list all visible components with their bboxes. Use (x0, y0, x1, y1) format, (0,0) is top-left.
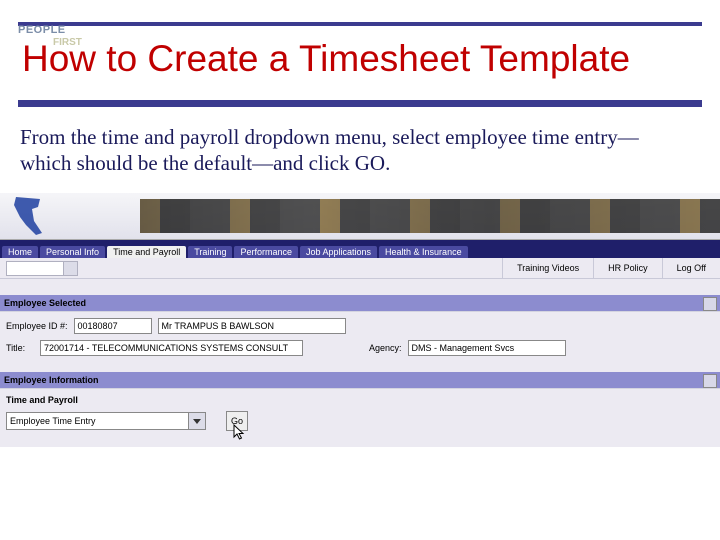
main-tabs: Home Personal Info Time and Payroll Trai… (0, 240, 720, 258)
tab-time-and-payroll[interactable]: Time and Payroll (107, 246, 186, 258)
employee-selected-panel: Employee ID #: 00180807 Mr TRAMPUS B BAW… (0, 311, 720, 372)
cursor-icon (233, 424, 247, 442)
chevron-down-icon[interactable] (188, 413, 205, 429)
florida-icon (10, 195, 50, 237)
section-employee-selected: Employee Selected (0, 295, 720, 311)
title-field: 72001714 - TELECOMMUNICATIONS SYSTEMS CO… (40, 340, 303, 356)
link-log-off[interactable]: Log Off (662, 258, 720, 278)
section-employee-information-label: Employee Information (4, 375, 99, 385)
agency-label: Agency: (369, 343, 402, 353)
time-payroll-dropdown[interactable]: Employee Time Entry (6, 412, 206, 430)
sub-toolbar: Training Videos HR Policy Log Off (0, 258, 720, 279)
app-screenshot: Home Personal Info Time and Payroll Trai… (0, 193, 720, 447)
logo-line1: PEOPLE (18, 24, 66, 36)
employee-name-field: Mr TRAMPUS B BAWLSON (158, 318, 346, 334)
banner-stripe (140, 199, 720, 233)
tab-personal-info[interactable]: Personal Info (40, 246, 105, 258)
employee-info-panel: Time and Payroll Employee Time Entry Go (0, 388, 720, 447)
mid-divider (18, 100, 702, 107)
go-button-label: Go (231, 416, 243, 426)
tab-health-insurance[interactable]: Health & Insurance (379, 246, 468, 258)
go-button[interactable]: Go (226, 411, 248, 431)
time-and-payroll-heading: Time and Payroll (6, 395, 714, 405)
panel-toggle-icon[interactable] (703, 374, 717, 388)
employee-id-label: Employee ID #: (6, 321, 68, 331)
app-banner (0, 193, 720, 240)
panel-toggle-icon[interactable] (703, 297, 717, 311)
link-hr-policy[interactable]: HR Policy (593, 258, 662, 278)
toolbar-mini-select[interactable] (6, 261, 78, 276)
page-title: How to Create a Timesheet Template (22, 40, 698, 77)
tab-job-applications[interactable]: Job Applications (300, 246, 377, 258)
tab-training[interactable]: Training (188, 246, 232, 258)
link-training-videos[interactable]: Training Videos (502, 258, 593, 278)
section-employee-information: Employee Information (0, 372, 720, 388)
agency-field: DMS - Management Svcs (408, 340, 566, 356)
top-divider (18, 22, 702, 26)
tab-performance[interactable]: Performance (234, 246, 298, 258)
instruction-paragraph: From the time and payroll dropdown menu,… (20, 124, 690, 176)
dropdown-selected-value: Employee Time Entry (10, 416, 96, 426)
employee-id-field[interactable]: 00180807 (74, 318, 152, 334)
title-label: Title: (6, 343, 34, 353)
tab-home[interactable]: Home (2, 246, 38, 258)
section-employee-selected-label: Employee Selected (4, 298, 86, 308)
